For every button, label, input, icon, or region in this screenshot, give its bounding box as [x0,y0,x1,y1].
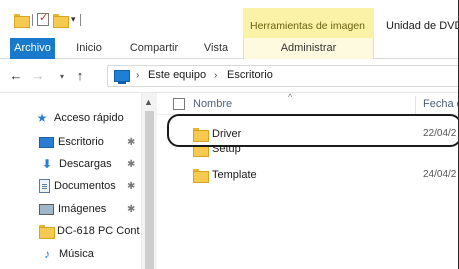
up-arrow-icon[interactable]: ↑ [72,68,88,83]
list-item-template[interactable]: Template 24/04/2 [157,165,459,185]
file-date: 24/04/2 [423,169,457,180]
column-divider[interactable] [415,96,416,114]
star-icon: ★ [36,111,48,125]
title-bar: ▾ Herramientas de imagen Unidad de DVD [0,0,459,38]
sidebar-item-downloads[interactable]: ⬇ Descargas ✱ [39,155,141,173]
sidebar-item-quick-access[interactable]: ★ Acceso rápido [34,109,141,127]
nav-scrollbar-thumb[interactable] [145,111,154,269]
window-title: Unidad de DVD [386,20,459,32]
breadcrumb-separator[interactable]: › [136,70,139,81]
file-name: Template [212,169,257,181]
sidebar-item-music[interactable]: ♪ Música [39,245,141,263]
back-arrow-icon[interactable]: ← [8,68,24,83]
column-header-date[interactable]: Fecha d [423,98,459,110]
pin-icon[interactable]: ✱ [127,204,135,215]
sidebar-item-label: Documentos [54,180,116,192]
separator [32,13,33,26]
folder-icon[interactable] [14,13,30,28]
ribbon-tabs: Archivo Inicio Compartir Vista Administr… [0,38,459,59]
sidebar-item-label: Imágenes [58,203,107,215]
desktop-icon [39,136,54,148]
tab-view[interactable]: Vista [196,38,236,59]
picture-tools-header: Herramientas de imagen [243,8,374,38]
tab-file[interactable]: Archivo [10,38,55,59]
folder-icon [193,169,209,183]
sidebar-item-label: Música [59,248,94,260]
tab-share[interactable]: Compartir [124,38,184,59]
music-icon: ♪ [44,247,50,261]
scroll-up-chevron-icon[interactable]: ▲ [144,97,153,107]
sidebar-item-label: Escritorio [58,136,104,148]
navigation-pane: ★ Acceso rápido Escritorio ✱ ⬇ Descargas… [0,93,157,269]
breadcrumb-desktop[interactable]: Escritorio [227,69,273,81]
breadcrumb-this-pc[interactable]: Este equipo [148,69,206,81]
document-icon [39,179,50,193]
sidebar-item-label: DC-618 PC Cont [57,225,140,237]
folder-icon [39,225,55,239]
tab-manage[interactable]: Administrar [243,38,374,59]
file-list: Nombre ^ Fecha d Driver 22/04/2 Setup Te… [157,92,459,269]
sidebar-item-dc618-folder[interactable]: DC-618 PC Cont [39,222,141,240]
callout-highlight-outline [167,114,459,147]
sidebar-item-pictures[interactable]: Imágenes ✱ [39,200,141,218]
separator [79,13,81,26]
column-header: Nombre ^ Fecha d [157,92,459,115]
tab-home[interactable]: Inicio [69,38,109,59]
sort-ascending-chevron-icon: ^ [288,92,293,102]
recent-locations-chevron-icon[interactable]: ▾ [54,72,70,81]
breadcrumb-separator[interactable]: › [214,70,217,81]
column-header-name[interactable]: Nombre [193,98,232,110]
select-all-checkbox[interactable] [173,98,185,110]
sidebar-item-label: Descargas [59,158,112,170]
sidebar-item-desktop[interactable]: Escritorio ✱ [39,133,141,151]
sidebar-item-documents[interactable]: Documentos ✱ [39,177,141,195]
properties-icon[interactable] [37,11,49,26]
this-pc-icon [114,70,130,84]
address-bar[interactable]: › Este equipo › Escritorio [107,65,459,87]
pictures-icon [39,203,54,215]
new-folder-icon[interactable] [53,13,69,28]
picture-tools-label: Herramientas de imagen [250,20,365,32]
quick-access-toolbar: ▾ [14,11,81,28]
navigation-bar: ← → ▾ ↑ › Este equipo › Escritorio [0,59,459,93]
download-icon: ⬇ [41,157,53,171]
pin-icon[interactable]: ✱ [127,137,135,148]
pin-icon[interactable]: ✱ [127,181,135,192]
pin-icon[interactable]: ✱ [127,159,135,170]
forward-arrow-icon[interactable]: → [30,68,46,83]
list-item-setup[interactable]: Setup [157,145,459,159]
sidebar-item-label: Acceso rápido [54,112,124,124]
customize-toolbar-icon[interactable]: ▾ [71,14,76,25]
